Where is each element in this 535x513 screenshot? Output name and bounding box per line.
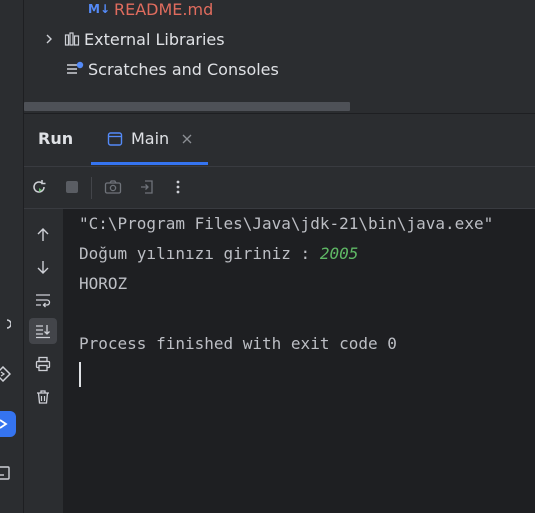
console-prompt: Doğum yılınızı giriniz : [79,244,320,263]
scratches-icon [66,61,84,77]
more-options-icon[interactable] [166,175,190,199]
soft-wrap-icon[interactable] [29,287,57,313]
close-icon[interactable] [181,133,193,145]
tree-item-scratches[interactable]: Scratches and Consoles [66,57,279,81]
library-icon [64,31,80,47]
console-line: Doğum yılınızı giriniz : 2005 [79,244,358,263]
terminal-icon[interactable] [0,460,16,486]
rerun-icon[interactable] [27,175,51,199]
stop-icon[interactable] [60,175,84,199]
run-toolbar [24,167,535,209]
arrow-up-icon[interactable] [29,222,57,248]
commit-icon[interactable] [0,312,16,338]
arrow-down-icon[interactable] [29,254,57,280]
markdown-icon: M↓ [88,2,110,16]
exit-icon[interactable] [135,175,159,199]
trash-icon[interactable] [29,384,57,410]
console-line: HOROZ [79,274,128,293]
tree-item-label: External Libraries [84,29,225,49]
run-panel-title: Run [38,129,74,148]
console-line: "C:\Program Files\Java\jdk-21\bin\java.e… [79,214,494,233]
services-icon[interactable] [0,361,16,387]
text-caret [79,362,81,387]
console-line: Process finished with exit code 0 [79,334,397,353]
run-panel-header: Run Main [24,114,535,167]
tree-item-readme[interactable]: M↓ README.md [88,0,213,21]
tab-main[interactable]: Main [94,114,208,164]
toolbar-separator [91,177,92,199]
horizontal-scrollbar[interactable] [24,102,350,111]
tab-label: Main [131,129,170,148]
left-tool-strip [0,0,24,513]
console-gutter [24,209,63,513]
console-output[interactable]: "C:\Program Files\Java\jdk-21\bin\java.e… [63,209,535,513]
project-tree: M↓ README.md External Libraries Scratche… [24,0,535,113]
tree-item-external-libraries[interactable]: External Libraries [42,27,225,51]
tree-item-label: Scratches and Consoles [88,59,279,79]
print-icon[interactable] [29,351,57,377]
user-input-value: 2005 [319,244,359,263]
camera-icon[interactable] [101,175,125,199]
run-tool-button[interactable] [0,411,16,437]
console-tab-icon [107,131,123,147]
tree-item-label: README.md [114,0,214,19]
active-tab-indicator [91,162,208,165]
chevron-right-icon[interactable] [42,34,56,44]
scroll-to-end-icon[interactable] [29,318,57,344]
